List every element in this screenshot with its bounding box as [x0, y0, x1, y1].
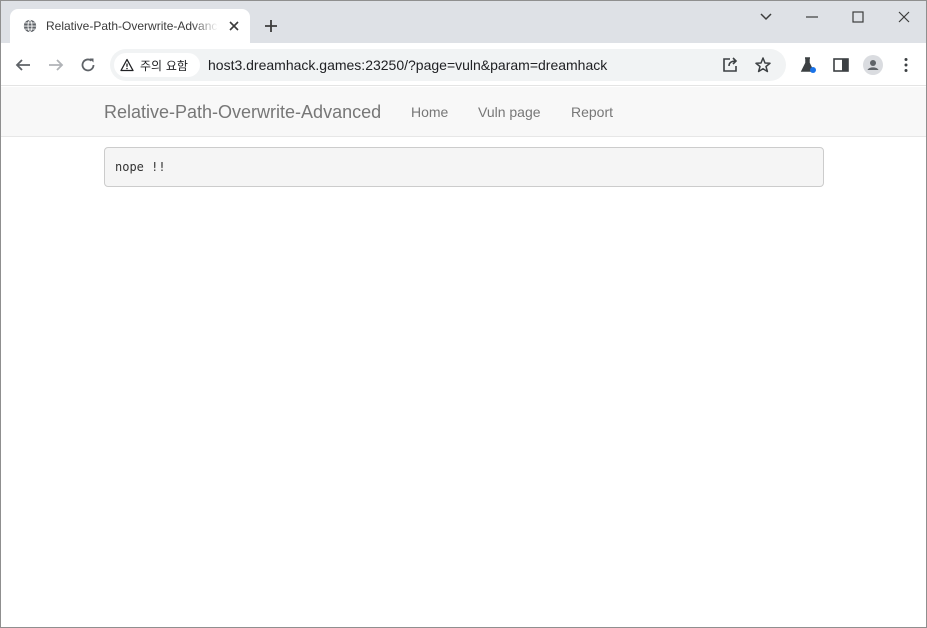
nav-home-link[interactable]: Home: [411, 104, 448, 120]
warning-icon: [120, 58, 134, 72]
site-brand-link[interactable]: Relative-Path-Overwrite-Advanced: [104, 102, 381, 123]
profile-avatar-icon[interactable]: [863, 55, 883, 75]
side-panel-icon[interactable]: [832, 56, 850, 74]
tab-title: Relative-Path-Overwrite-Advanced: [46, 19, 218, 33]
nav-vuln-page-link[interactable]: Vuln page: [478, 104, 541, 120]
browser-window: Relative-Path-Overwrite-Advanced 주의 요함 h…: [0, 0, 927, 628]
back-icon[interactable]: [14, 56, 32, 74]
maximize-icon[interactable]: [850, 9, 866, 25]
address-bar[interactable]: 주의 요함 host3.dreamhack.games:23250/?page=…: [110, 49, 786, 81]
tab-close-icon[interactable]: [228, 20, 240, 32]
nav-report-link[interactable]: Report: [571, 104, 613, 120]
close-window-icon[interactable]: [896, 9, 912, 25]
forward-icon[interactable]: [47, 56, 65, 74]
share-icon[interactable]: [721, 56, 739, 74]
minimize-icon[interactable]: [804, 9, 820, 25]
bookmark-star-icon[interactable]: [754, 56, 772, 74]
page-viewport: Relative-Path-Overwrite-Advanced Home Vu…: [1, 87, 926, 627]
tab-search-icon[interactable]: [758, 9, 774, 25]
url-text[interactable]: host3.dreamhack.games:23250/?page=vuln&p…: [208, 57, 607, 73]
new-tab-icon[interactable]: [263, 18, 279, 34]
site-navbar: Relative-Path-Overwrite-Advanced Home Vu…: [1, 87, 926, 137]
tab-strip: Relative-Path-Overwrite-Advanced: [1, 1, 926, 43]
browser-toolbar: 주의 요함 host3.dreamhack.games:23250/?page=…: [1, 43, 926, 86]
security-label: 주의 요함: [140, 58, 188, 73]
browser-tab[interactable]: Relative-Path-Overwrite-Advanced: [10, 9, 250, 43]
labs-flask-icon[interactable]: [799, 56, 817, 74]
reload-icon[interactable]: [79, 56, 97, 74]
menu-kebab-icon[interactable]: [897, 56, 915, 74]
output-box: nope !!: [104, 147, 824, 187]
security-indicator[interactable]: 주의 요함: [114, 53, 200, 77]
globe-icon: [23, 19, 37, 33]
